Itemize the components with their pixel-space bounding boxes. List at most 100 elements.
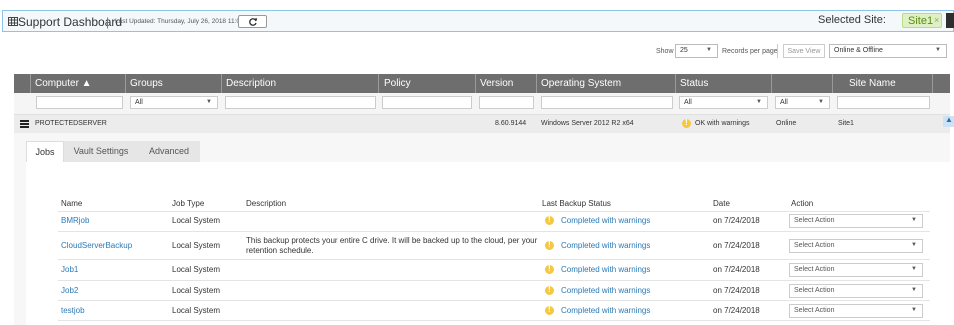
- computer-name: PROTECTEDSERVER: [35, 120, 107, 127]
- records-per-page-select[interactable]: 25 ▼: [675, 44, 718, 58]
- job-date: on 7/24/2018: [713, 265, 760, 274]
- job-description: This backup protects your entire C drive…: [246, 236, 538, 255]
- os-filter-input[interactable]: [541, 96, 673, 109]
- refresh-icon: [249, 18, 258, 26]
- divider: [58, 300, 930, 301]
- caret-down-icon: ▼: [911, 217, 917, 223]
- column-version[interactable]: Version: [480, 74, 513, 93]
- groups-filter-select[interactable]: All ▼: [130, 96, 218, 109]
- computer-filter-input[interactable]: [36, 96, 123, 109]
- caret-down-icon: ▼: [206, 99, 212, 105]
- connection-filter-select[interactable]: All ▼: [775, 96, 830, 109]
- job-status-link[interactable]: Completed with warnings: [561, 265, 650, 274]
- tab-vault-settings[interactable]: Vault Settings: [64, 141, 138, 162]
- computer-site: Site1: [838, 120, 854, 127]
- online-filter-select[interactable]: Online & Offline ▼: [829, 44, 947, 58]
- caret-down-icon: ▼: [706, 47, 712, 53]
- records-per-page-label: Records per page: [722, 48, 778, 55]
- job-status-link[interactable]: Completed with warnings: [561, 306, 650, 315]
- site-menu-button[interactable]: [946, 13, 954, 28]
- version-filter-input[interactable]: [479, 96, 534, 109]
- job-action-select[interactable]: Select Action ▼: [789, 284, 923, 298]
- job-type: Local System: [172, 306, 221, 315]
- computer-status: OK with warnings: [695, 120, 750, 127]
- jobs-column-name: Name: [61, 199, 83, 208]
- jobs-column-type: Job Type: [172, 199, 205, 208]
- remove-site-icon[interactable]: ×: [934, 15, 939, 25]
- job-date: on 7/24/2018: [713, 216, 760, 225]
- warning-icon: !: [682, 118, 691, 128]
- grid-icon: [8, 17, 18, 26]
- tab-jobs[interactable]: Jobs: [26, 141, 64, 163]
- divider: [58, 320, 930, 321]
- job-type: Local System: [172, 241, 221, 250]
- selected-site-label: Selected Site:: [818, 14, 886, 26]
- divider: [58, 259, 930, 260]
- menu-icon[interactable]: [20, 120, 29, 122]
- divider: [777, 44, 778, 58]
- computer-connection: Online: [776, 120, 797, 127]
- job-name-link[interactable]: CloudServerBackup: [61, 241, 132, 250]
- job-date: on 7/24/2018: [713, 306, 760, 315]
- divider: [58, 231, 930, 232]
- description-filter-input[interactable]: [225, 96, 376, 109]
- job-name-link[interactable]: Job1: [61, 265, 78, 274]
- filter-row: All ▼ All ▼ All ▼: [14, 93, 950, 115]
- column-site-name[interactable]: Site Name: [849, 74, 896, 93]
- jobs-column-date: Date: [713, 199, 730, 208]
- warning-icon: !: [545, 305, 554, 315]
- job-name-link[interactable]: BMRjob: [61, 216, 89, 225]
- jobs-column-status: Last Backup Status: [542, 199, 611, 208]
- last-updated-text: Last Updated: Thursday, July 26, 2018 11…: [115, 18, 255, 25]
- job-status-link[interactable]: Completed with warnings: [561, 216, 650, 225]
- warning-icon: !: [545, 240, 554, 250]
- computer-os: Windows Server 2012 R2 x64: [541, 120, 634, 127]
- title-separator: |: [106, 15, 110, 29]
- divider: [58, 280, 930, 281]
- caret-down-icon: ▼: [756, 99, 762, 105]
- job-date: on 7/24/2018: [713, 241, 760, 250]
- job-status-link[interactable]: Completed with warnings: [561, 286, 650, 295]
- status-filter-select[interactable]: All ▼: [679, 96, 768, 109]
- divider: [58, 211, 930, 212]
- column-policy[interactable]: Policy: [384, 74, 411, 93]
- column-status[interactable]: Status: [680, 74, 708, 93]
- caret-down-icon: ▼: [818, 99, 824, 105]
- job-action-select[interactable]: Select Action ▼: [789, 263, 923, 277]
- table-header: Computer ▲ Groups Description Policy Ver…: [14, 74, 950, 93]
- job-type: Local System: [172, 286, 221, 295]
- refresh-button[interactable]: [238, 15, 267, 28]
- collapse-up-icon[interactable]: ▲: [943, 115, 954, 127]
- save-view-button[interactable]: Save View: [783, 44, 825, 58]
- caret-down-icon: ▼: [911, 266, 917, 272]
- selected-site-badge[interactable]: Site1 ×: [902, 13, 942, 28]
- jobs-column-description: Description: [246, 199, 287, 208]
- warning-icon: !: [545, 264, 554, 274]
- site-filter-input[interactable]: [837, 96, 930, 109]
- job-status-link[interactable]: Completed with warnings: [561, 241, 650, 250]
- job-action-select[interactable]: Select Action ▼: [789, 304, 923, 318]
- job-date: on 7/24/2018: [713, 286, 760, 295]
- caret-down-icon: ▼: [911, 287, 917, 293]
- computer-version: 8.60.9144: [495, 120, 527, 127]
- column-operating-system[interactable]: Operating System: [541, 74, 621, 93]
- caret-down-icon: ▼: [911, 307, 917, 313]
- computer-row[interactable]: PROTECTEDSERVER 8.60.9144 Windows Server…: [14, 115, 950, 133]
- job-name-link[interactable]: Job2: [61, 286, 78, 295]
- job-type: Local System: [172, 216, 221, 225]
- job-action-select[interactable]: Select Action ▼: [789, 214, 923, 228]
- policy-filter-input[interactable]: [382, 96, 472, 109]
- job-name-link[interactable]: testjob: [61, 306, 85, 315]
- warning-icon: !: [545, 285, 554, 295]
- column-groups[interactable]: Groups: [130, 74, 163, 93]
- tab-advanced[interactable]: Advanced: [138, 141, 200, 162]
- job-type: Local System: [172, 265, 221, 274]
- column-computer[interactable]: Computer ▲: [35, 74, 92, 93]
- show-label: Show: [656, 48, 674, 55]
- caret-down-icon: ▼: [911, 242, 917, 248]
- selected-site-value: Site1: [908, 15, 934, 27]
- caret-down-icon: ▼: [935, 47, 941, 53]
- job-action-select[interactable]: Select Action ▼: [789, 239, 923, 253]
- jobs-column-action: Action: [791, 199, 814, 208]
- column-description[interactable]: Description: [226, 74, 276, 93]
